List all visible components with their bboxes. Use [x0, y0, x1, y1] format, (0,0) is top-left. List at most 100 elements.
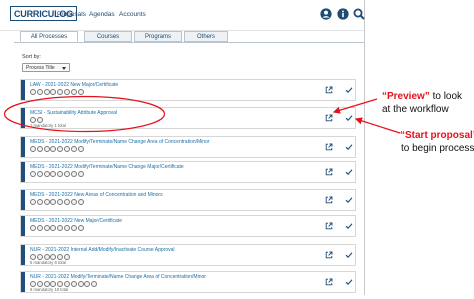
- start-annotation-highlight: “Start proposal”: [400, 130, 474, 141]
- nav-accounts[interactable]: Accounts: [119, 11, 146, 18]
- process-title[interactable]: LAW - 2021-2022 New Major/Certificate: [30, 82, 118, 88]
- process-title[interactable]: MEDS - 2021-2022 Modify/Terminate/Name C…: [30, 164, 184, 170]
- workflow-steps: [30, 225, 84, 231]
- workflow-step-dot: [36, 199, 43, 205]
- check-icon[interactable]: [345, 86, 353, 94]
- workflow-steps: [30, 146, 84, 152]
- external-link-icon[interactable]: [325, 278, 333, 286]
- workflow-step-dot: [70, 281, 77, 287]
- process-title[interactable]: NUR - 2021-2022 Modify/Terminate/Name Ch…: [30, 274, 206, 280]
- workflow-steps: [30, 89, 84, 95]
- highlight-ellipse: [3, 95, 166, 133]
- chevron-down-icon: [62, 67, 66, 70]
- check-icon[interactable]: [345, 168, 353, 176]
- row-meta: 5 mandatory 6 total: [30, 260, 66, 265]
- workflow-step-dot: [63, 171, 70, 177]
- process-row: MEDS - 2021-2022 New Areas of Concentrat…: [20, 189, 356, 211]
- tab-programs[interactable]: Programs: [134, 31, 182, 42]
- search-icon[interactable]: [353, 8, 365, 20]
- workflow-step-dot: [84, 281, 91, 287]
- row-meta: 9 mandatory 10 total: [30, 287, 69, 292]
- check-icon[interactable]: [345, 143, 353, 151]
- row-accent-bar: [21, 190, 25, 210]
- workflow-step-dot: [36, 225, 43, 231]
- workflow-step-dot: [70, 225, 77, 231]
- row-accent-bar: [21, 216, 25, 236]
- external-link-icon[interactable]: [325, 222, 333, 230]
- workflow-step-dot: [77, 225, 84, 231]
- process-title[interactable]: MEDS - 2021-2022 Modify/Terminate/Name C…: [30, 139, 210, 145]
- external-link-icon[interactable]: [325, 251, 333, 259]
- workflow-steps: [30, 199, 84, 205]
- workflow-step-dot: [70, 171, 77, 177]
- info-icon[interactable]: [337, 8, 349, 20]
- sort-select[interactable]: Process Title: [22, 63, 70, 72]
- workflow-step-dot: [77, 281, 84, 287]
- workflow-step-dot: [77, 146, 84, 152]
- process-title[interactable]: NUR - 2021-2022 Internal Add/Modify/Inac…: [30, 247, 175, 253]
- tab-others[interactable]: Others: [184, 31, 228, 42]
- row-accent-bar: [21, 162, 25, 182]
- workflow-step-dot: [50, 146, 57, 152]
- nav-proposals[interactable]: Proposals: [57, 11, 86, 18]
- check-icon[interactable]: [345, 222, 353, 230]
- workflow-step-dot: [36, 171, 43, 177]
- workflow-step-dot: [57, 171, 64, 177]
- workflow-step-dot: [70, 146, 77, 152]
- process-row: MEDS - 2021-2022 Modify/Terminate/Name C…: [20, 136, 356, 158]
- sort-label: Sort by:: [22, 54, 41, 60]
- workflow-step-dot: [43, 225, 50, 231]
- workflow-step-dot: [36, 146, 43, 152]
- process-title[interactable]: MEDS - 2021-2022 New Areas of Concentrat…: [30, 192, 163, 198]
- workflow-steps: [30, 281, 98, 287]
- workflow-step-dot: [43, 199, 50, 205]
- workflow-step-dot: [57, 225, 64, 231]
- row-accent-bar: [21, 245, 25, 265]
- check-icon[interactable]: [345, 251, 353, 259]
- workflow-step-dot: [50, 199, 57, 205]
- workflow-step-dot: [63, 146, 70, 152]
- workflow-steps: [30, 171, 84, 177]
- preview-annotation-highlight: “Preview”: [382, 91, 430, 102]
- user-circle-icon[interactable]: [320, 8, 332, 20]
- workflow-step-dot: [63, 225, 70, 231]
- external-link-icon[interactable]: [325, 86, 333, 94]
- preview-annotation: “Preview” to look: [382, 91, 462, 102]
- workflow-steps: [30, 254, 71, 260]
- check-icon[interactable]: [345, 196, 353, 204]
- check-icon[interactable]: [345, 114, 353, 122]
- row-accent-bar: [21, 272, 25, 292]
- workflow-step-dot: [57, 146, 64, 152]
- process-row: NUR - 2021-2022 Internal Add/Modify/Inac…: [20, 244, 356, 266]
- external-link-icon[interactable]: [325, 114, 333, 122]
- start-annotation: “Start proposal”: [400, 130, 474, 141]
- tab-all-processes[interactable]: All Processes: [20, 31, 78, 42]
- start-annotation-line2: to begin process: [401, 143, 474, 154]
- workflow-step-dot: [63, 199, 70, 205]
- process-title[interactable]: MEDS - 2021-2022 New Major/Certificate: [30, 218, 122, 224]
- workflow-step-dot: [50, 225, 57, 231]
- tab-courses[interactable]: Courses: [84, 31, 132, 42]
- workflow-step-dot: [77, 199, 84, 205]
- workflow-step-dot: [50, 171, 57, 177]
- process-row: MEDS - 2021-2022 Modify/Terminate/Name C…: [20, 161, 356, 183]
- app-frame: CURRICULOG Proposals Agendas Accounts Al…: [0, 0, 365, 295]
- external-link-icon[interactable]: [325, 196, 333, 204]
- preview-annotation-line2: at the workflow: [382, 104, 449, 115]
- external-link-icon[interactable]: [325, 143, 333, 151]
- top-header: CURRICULOG Proposals Agendas Accounts: [0, 0, 365, 31]
- workflow-step-dot: [70, 199, 77, 205]
- process-row: MEDS - 2021-2022 New Major/Certificate: [20, 215, 356, 237]
- workflow-step-dot: [30, 199, 36, 205]
- workflow-step-dot: [43, 146, 50, 152]
- sort-value: Process Title: [26, 65, 55, 71]
- workflow-step-dot: [30, 146, 36, 152]
- process-row: NUR - 2021-2022 Modify/Terminate/Name Ch…: [20, 271, 356, 293]
- workflow-step-dot: [43, 171, 50, 177]
- preview-annotation-rest: to look: [429, 91, 463, 102]
- workflow-step-dot: [30, 225, 36, 231]
- external-link-icon[interactable]: [325, 168, 333, 176]
- nav-agendas[interactable]: Agendas: [89, 11, 115, 18]
- workflow-step-dot: [77, 171, 84, 177]
- check-icon[interactable]: [345, 278, 353, 286]
